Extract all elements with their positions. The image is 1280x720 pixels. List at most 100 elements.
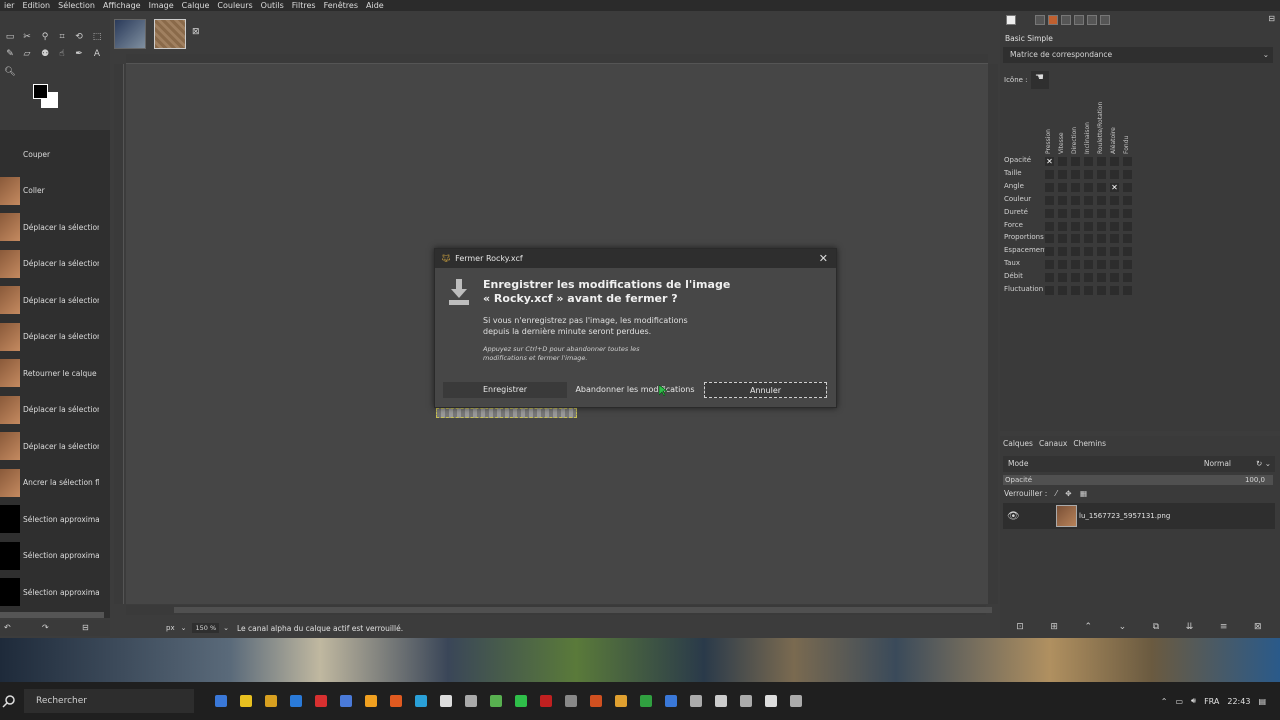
menu-item[interactable]: Outils [257,0,288,11]
document-history-tab-icon[interactable] [1087,15,1097,25]
dynamics-matrix-cell[interactable] [1071,260,1080,270]
dynamics-matrix-cell[interactable] [1097,234,1106,244]
font-tab-icon[interactable] [1061,15,1071,25]
dynamics-matrix-cell[interactable] [1071,286,1080,295]
taskbar-app-icon[interactable] [764,695,777,707]
dynamics-matrix-cell[interactable] [1097,260,1106,270]
dynamics-matrix-cell[interactable] [1123,208,1132,218]
dynamics-matrix-cell[interactable] [1110,260,1119,270]
menu-item[interactable]: Affichage [99,0,145,11]
anchor-layer-icon[interactable]: ⇊ [1186,622,1194,636]
pencil-tool-icon[interactable]: ✎ [3,48,17,60]
path-tool-icon[interactable]: ✒ [72,48,86,60]
dynamics-matrix-cell[interactable] [1097,221,1106,231]
dynamics-matrix-cell[interactable] [1084,221,1093,231]
dynamics-matrix-cell[interactable] [1084,286,1093,295]
lock-pixels-icon[interactable]: ⁄ [1056,489,1057,498]
close-icon[interactable]: ✕ [819,252,828,265]
dynamics-matrix-cell[interactable] [1058,208,1067,218]
dynamics-matrix-cell[interactable] [1123,182,1132,192]
clock[interactable]: 22:43 [1227,697,1250,706]
dynamics-matrix-cell[interactable] [1045,195,1054,205]
taskbar-app-icon[interactable] [489,695,502,707]
chevron-down-icon[interactable]: ↻ ⌄ [1256,456,1271,472]
history-item[interactable]: Sélection approximativ [0,574,106,610]
history-item[interactable]: Déplacer la sélection flo [0,392,106,428]
dynamics-matrix-cell[interactable] [1097,286,1106,295]
dynamics-matrix-cell[interactable] [1110,247,1119,257]
taskbar-app-icon[interactable] [689,695,702,707]
smudge-tool-icon[interactable]: ☝ [55,48,69,60]
history-item[interactable]: Sélection approximativ [0,501,106,537]
taskbar-app-icon[interactable] [589,695,602,707]
save-button[interactable]: Enregistrer [443,382,567,398]
zoom-select[interactable]: 150 % [192,623,220,633]
dynamics-matrix-cell[interactable] [1097,208,1106,218]
menu-item[interactable]: ier [0,0,18,11]
history-item[interactable]: Ancrer la sélection flotti [0,465,106,501]
notification-icon[interactable]: ▤ [1258,697,1266,706]
language-indicator[interactable]: FRA [1204,697,1219,706]
panel-menu-icon[interactable]: ⊟ [1268,14,1275,23]
crop-tool-icon[interactable]: ⌗ [55,31,69,43]
dynamics-matrix-cell[interactable] [1097,157,1106,166]
dynamics-matrix-cell[interactable] [1071,157,1080,166]
taskbar-app-icon[interactable] [314,695,327,707]
dynamics-matrix-cell[interactable] [1123,260,1132,270]
taskbar-app-icon[interactable] [639,695,652,707]
dynamics-matrix-cell[interactable] [1123,195,1132,205]
dynamics-matrix-cell[interactable]: ✕ [1045,157,1054,166]
foreground-color-swatch[interactable] [33,84,48,99]
dynamics-matrix-cell[interactable]: ✕ [1110,182,1119,192]
dynamics-matrix-cell[interactable] [1071,247,1080,257]
dynamics-matrix-cell[interactable] [1071,273,1080,283]
taskbar-app-icon[interactable] [564,695,577,707]
new-layer-group-icon[interactable]: ⊡ [1016,622,1024,636]
dynamics-matrix-cell[interactable] [1058,247,1067,257]
history-item[interactable]: Déplacer la sélection flo [0,209,106,245]
taskbar-app-icon[interactable] [739,695,752,707]
history-scrollbar[interactable] [0,612,104,618]
history-item[interactable]: Couper [0,136,106,172]
tab-paths[interactable]: Chemins [1073,439,1106,451]
tab-channels[interactable]: Canaux [1039,439,1067,451]
dynamics-matrix-cell[interactable] [1045,273,1054,283]
dynamics-matrix-cell[interactable] [1058,260,1067,270]
dynamics-matrix-cell[interactable] [1071,195,1080,205]
close-tab-icon[interactable]: ⊠ [192,27,200,37]
mapping-matrix-select[interactable]: Matrice de correspondance ⌄ [1003,47,1273,63]
dynamics-matrix-cell[interactable] [1097,169,1106,179]
opacity-value[interactable]: 100,0 [1245,475,1265,485]
zoom-tool-icon[interactable]: 🔍︎ [3,66,17,78]
new-layer-icon[interactable]: ⊞ [1050,622,1058,636]
mode-select[interactable]: Normal [1204,456,1231,472]
taskbar-app-icon[interactable] [439,695,452,707]
chevron-down-icon[interactable]: ⌄ [181,624,187,632]
menu-item[interactable]: Image [145,0,178,11]
taskbar-app-icon[interactable] [614,695,627,707]
dynamics-matrix-cell[interactable] [1123,286,1132,295]
merge-layer-icon[interactable]: ≡ [1220,622,1228,636]
taskbar-app-icon[interactable] [264,695,277,707]
taskbar-app-icon[interactable] [389,695,402,707]
dynamics-matrix-cell[interactable] [1110,169,1119,179]
history-item[interactable]: Coller [0,173,106,209]
image-tab-thumbnail-active[interactable] [154,19,186,49]
volume-icon[interactable]: 🔊︎ [1191,696,1196,706]
menu-item[interactable]: Aide [362,0,388,11]
undo-icon[interactable]: ↶ [4,623,11,632]
paint-bucket-tool-icon[interactable]: ⬚ [90,31,104,43]
chevron-down-icon[interactable]: ⌄ [223,624,229,632]
dynamics-matrix-cell[interactable] [1058,286,1067,295]
search-icon[interactable] [2,694,16,708]
dynamics-matrix-cell[interactable] [1123,247,1132,257]
duplicate-layer-icon[interactable]: ⧉ [1153,622,1159,636]
eye-icon[interactable]: 👁︎ [1007,511,1020,522]
tab-layers[interactable]: Calques [1003,439,1033,451]
dynamics-matrix-cell[interactable] [1045,234,1054,244]
dynamics-matrix-cell[interactable] [1058,182,1067,192]
dynamics-matrix-cell[interactable] [1097,195,1106,205]
dynamics-matrix-cell[interactable] [1045,169,1054,179]
dynamics-matrix-cell[interactable] [1058,195,1067,205]
dynamics-matrix-cell[interactable] [1084,182,1093,192]
